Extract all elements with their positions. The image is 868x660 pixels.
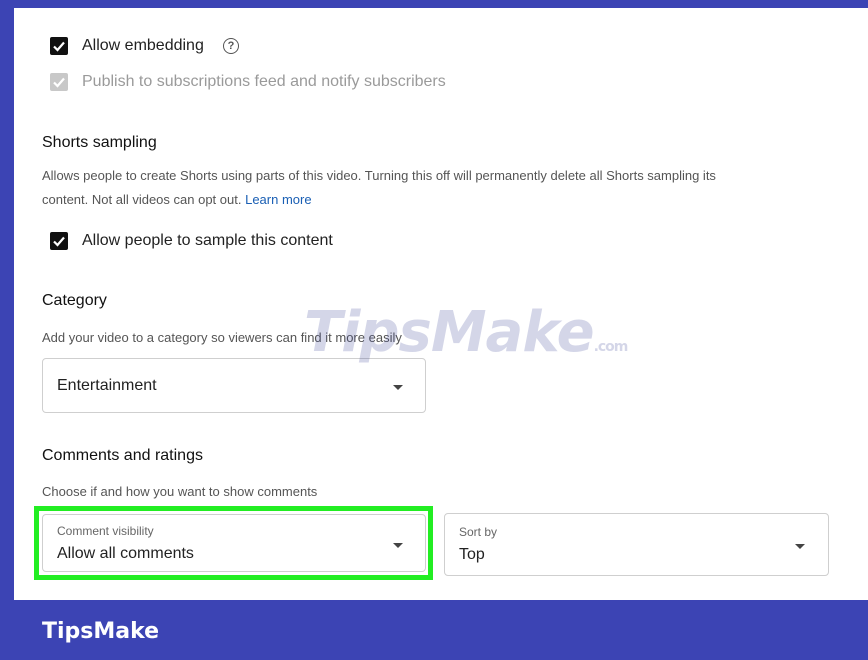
watermark-text: TipsMake <box>304 300 595 365</box>
caret-down-icon <box>393 385 403 390</box>
shorts-desc-line2: content. Not all videos can opt out. Lea… <box>42 188 842 212</box>
publish-feed-checkbox <box>50 73 68 91</box>
check-icon <box>53 77 65 88</box>
brand-logo-text: TipsMake <box>42 619 160 644</box>
check-icon <box>53 236 65 247</box>
sort-by-select[interactable]: Sort by Top <box>444 513 829 576</box>
comment-visibility-select[interactable]: Comment visibility Allow all comments <box>42 514 426 572</box>
category-value: Entertainment <box>57 377 157 394</box>
sort-by-label: Sort by <box>459 525 498 539</box>
shorts-desc-line1: Allows people to create Shorts using par… <box>42 168 716 183</box>
check-icon <box>53 41 65 52</box>
comments-heading: Comments and ratings <box>42 447 203 464</box>
shorts-sample-checkbox[interactable] <box>50 232 68 250</box>
watermark: TipsMake.com <box>304 300 629 365</box>
category-select[interactable]: Entertainment <box>42 358 426 413</box>
sort-by-value: Top <box>459 546 485 563</box>
shorts-heading: Shorts sampling <box>42 134 157 151</box>
category-heading: Category <box>42 292 107 309</box>
embedding-label: Allow embedding <box>82 37 204 54</box>
publish-feed-label: Publish to subscriptions feed and notify… <box>82 73 446 90</box>
caret-down-icon <box>393 543 403 548</box>
embedding-checkbox[interactable] <box>50 37 68 55</box>
caret-down-icon <box>795 544 805 549</box>
shorts-description: Allows people to create Shorts using par… <box>42 164 842 212</box>
comments-description: Choose if and how you want to show comme… <box>42 484 318 499</box>
settings-panel: Allow embedding ? Publish to subscriptio… <box>14 8 868 600</box>
shorts-sample-label: Allow people to sample this content <box>82 232 333 249</box>
shorts-desc-text: content. Not all videos can opt out. <box>42 192 242 207</box>
comment-visibility-value: Allow all comments <box>57 545 194 562</box>
comment-visibility-label: Comment visibility <box>57 524 154 538</box>
help-icon[interactable]: ? <box>223 38 239 54</box>
learn-more-link[interactable]: Learn more <box>245 192 311 207</box>
watermark-suffix: .com <box>593 339 629 355</box>
